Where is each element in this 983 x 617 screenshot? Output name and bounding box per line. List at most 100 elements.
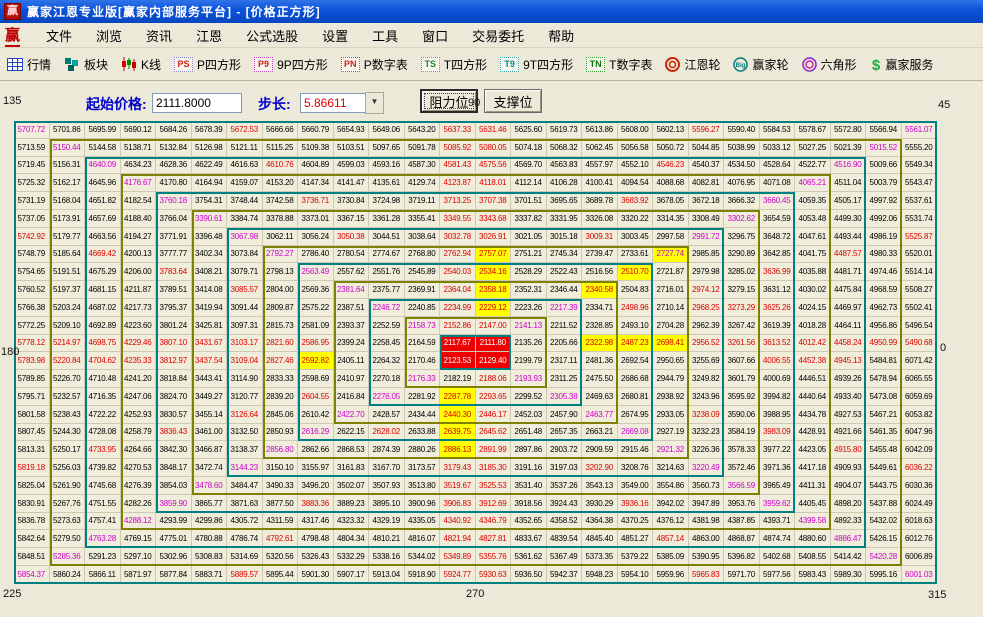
price-cell: 4434.78 xyxy=(795,406,831,424)
price-cell: 5414.42 xyxy=(831,548,867,566)
menu-item-帮助[interactable]: 帮助 xyxy=(548,26,574,45)
price-cell: 4182.54 xyxy=(121,192,157,210)
price-cell: 2352.31 xyxy=(511,281,547,299)
price-cell: 2305.38 xyxy=(547,388,583,406)
menu-item-公式选股[interactable]: 公式选股 xyxy=(246,26,298,45)
price-cell: 3748.44 xyxy=(227,192,263,210)
start-price-input[interactable]: 2111.8000 xyxy=(152,93,242,113)
price-cell: 2375.77 xyxy=(369,281,405,299)
toolbar-button-9T四方形[interactable]: T99T四方形 xyxy=(500,56,573,73)
price-cell: 3220.49 xyxy=(689,459,725,477)
menu-item-浏览[interactable]: 浏览 xyxy=(96,26,122,45)
toolbar-label: 板块 xyxy=(84,56,108,73)
app-logo-icon: 赢 xyxy=(4,3,21,20)
step-dropdown-arrow-icon[interactable]: ▼ xyxy=(365,92,384,114)
price-cell: 2311.25 xyxy=(547,370,583,388)
price-cell: 5877.84 xyxy=(156,566,192,584)
price-cell: 3261.56 xyxy=(724,335,760,353)
menu-item-文件[interactable]: 文件 xyxy=(46,26,72,45)
price-cell: 4616.63 xyxy=(227,157,263,175)
price-cell: 3766.04 xyxy=(156,210,192,228)
menu-item-交易委托[interactable]: 交易委托 xyxy=(472,26,524,45)
angle-label-225: 225 xyxy=(3,588,21,600)
price-cell: 3150.10 xyxy=(263,459,299,477)
price-cell: 4775.01 xyxy=(156,530,192,548)
toolbar-button-T数字表[interactable]: TNT数字表 xyxy=(586,56,652,73)
price-cell: 3812.97 xyxy=(156,352,192,370)
price-cell: 4845.40 xyxy=(582,530,618,548)
price-cell: 3988.95 xyxy=(760,406,796,424)
toolbar-button-赢家轮[interactable]: Big赢家轮 xyxy=(733,56,788,73)
price-cell: 5514.14 xyxy=(902,263,938,281)
toolbar-button-六角形[interactable]: 六角形 xyxy=(802,56,857,73)
price-cell: 2387.51 xyxy=(334,299,370,317)
toolbar-button-K线[interactable]: K线 xyxy=(121,56,161,73)
price-cell: 5015.52 xyxy=(866,139,902,157)
price-cell: 4112.14 xyxy=(511,174,547,192)
price-cell: 2528.29 xyxy=(511,263,547,281)
price-cell: 4593.16 xyxy=(369,157,405,175)
price-cell: 3273.29 xyxy=(724,299,760,317)
toolbar-button-江恩轮[interactable]: 江恩轮 xyxy=(665,56,720,73)
price-cell: 4874.74 xyxy=(760,530,796,548)
price-cell: 5109.38 xyxy=(298,139,334,157)
price-cell: 4159.07 xyxy=(227,174,263,192)
support-button[interactable]: 支撑位 xyxy=(484,89,542,113)
price-cell: 2657.35 xyxy=(547,424,583,442)
toolbar-button-行情[interactable]: 行情 xyxy=(7,56,51,73)
price-cell: 2129.40 xyxy=(476,352,512,370)
toolbar-button-T四方形[interactable]: TST四方形 xyxy=(421,56,487,73)
price-cell: 2956.52 xyxy=(689,335,725,353)
price-cell: 4757.41 xyxy=(85,513,121,531)
price-cell: 4082.81 xyxy=(689,174,725,192)
price-cell: 4012.42 xyxy=(795,335,831,353)
price-cell: 5068.32 xyxy=(547,139,583,157)
price-cell: 4035.88 xyxy=(795,263,831,281)
menu-item-资讯[interactable]: 资讯 xyxy=(146,26,172,45)
price-cell: 5162.17 xyxy=(50,174,86,192)
price-cell: 3062.11 xyxy=(263,228,299,246)
toolbar-button-9P四方形[interactable]: P99P四方形 xyxy=(254,56,328,73)
quotes-grid-icon xyxy=(7,58,23,71)
price-cell: 3531.40 xyxy=(511,477,547,495)
price-cell: 3648.72 xyxy=(760,228,796,246)
price-cell: 2176.33 xyxy=(405,370,441,388)
step-combobox[interactable]: 5.86611 xyxy=(300,93,366,113)
price-cell: 3097.31 xyxy=(227,317,263,335)
price-cell: 2264.32 xyxy=(369,352,405,370)
menu-item-江恩[interactable]: 江恩 xyxy=(196,26,222,45)
price-cell: 3009.31 xyxy=(582,228,618,246)
menu-item-设置[interactable]: 设置 xyxy=(322,26,348,45)
badge-tn-icon: TN xyxy=(586,57,605,72)
price-cell: 4106.28 xyxy=(547,174,583,192)
price-cell: 5132.84 xyxy=(156,139,192,157)
toolbar-button-P四方形[interactable]: PSP四方形 xyxy=(174,56,241,73)
price-cell: 2950.65 xyxy=(653,352,689,370)
toolbar-button-赢家服务[interactable]: $赢家服务 xyxy=(870,56,934,73)
toolbar-button-P数字表[interactable]: PNP数字表 xyxy=(341,56,408,73)
price-cell: 2927.19 xyxy=(653,424,689,442)
price-cell: 5719.45 xyxy=(14,157,50,175)
price-cell: 3572.46 xyxy=(724,459,760,477)
menu-item-工具[interactable]: 工具 xyxy=(372,26,398,45)
price-cell: 6024.49 xyxy=(902,495,938,513)
price-cell: 4417.18 xyxy=(795,459,831,477)
price-cell: 5995.16 xyxy=(866,566,902,584)
toolbar-button-板块[interactable]: 板块 xyxy=(64,56,108,73)
price-cell: 5772.25 xyxy=(14,317,50,335)
price-cell: 2692.54 xyxy=(618,352,654,370)
price-cell: 5396.82 xyxy=(724,548,760,566)
price-cell: 4024.15 xyxy=(795,299,831,317)
price-cell: 5983.43 xyxy=(795,566,831,584)
price-cell: 3936.16 xyxy=(618,495,654,513)
price-cell: 4041.75 xyxy=(795,246,831,264)
price-cell: 2886.13 xyxy=(440,441,476,459)
price-cell: 3496.20 xyxy=(298,477,334,495)
menu-item-窗口[interactable]: 窗口 xyxy=(422,26,448,45)
price-cell: 3490.33 xyxy=(263,477,299,495)
price-cell: 3302.62 xyxy=(724,210,760,228)
price-cell: 3437.54 xyxy=(192,352,228,370)
price-cell: 5214.97 xyxy=(50,335,86,353)
price-cell: 5613.86 xyxy=(582,121,618,139)
price-cell: 3478.60 xyxy=(192,477,228,495)
